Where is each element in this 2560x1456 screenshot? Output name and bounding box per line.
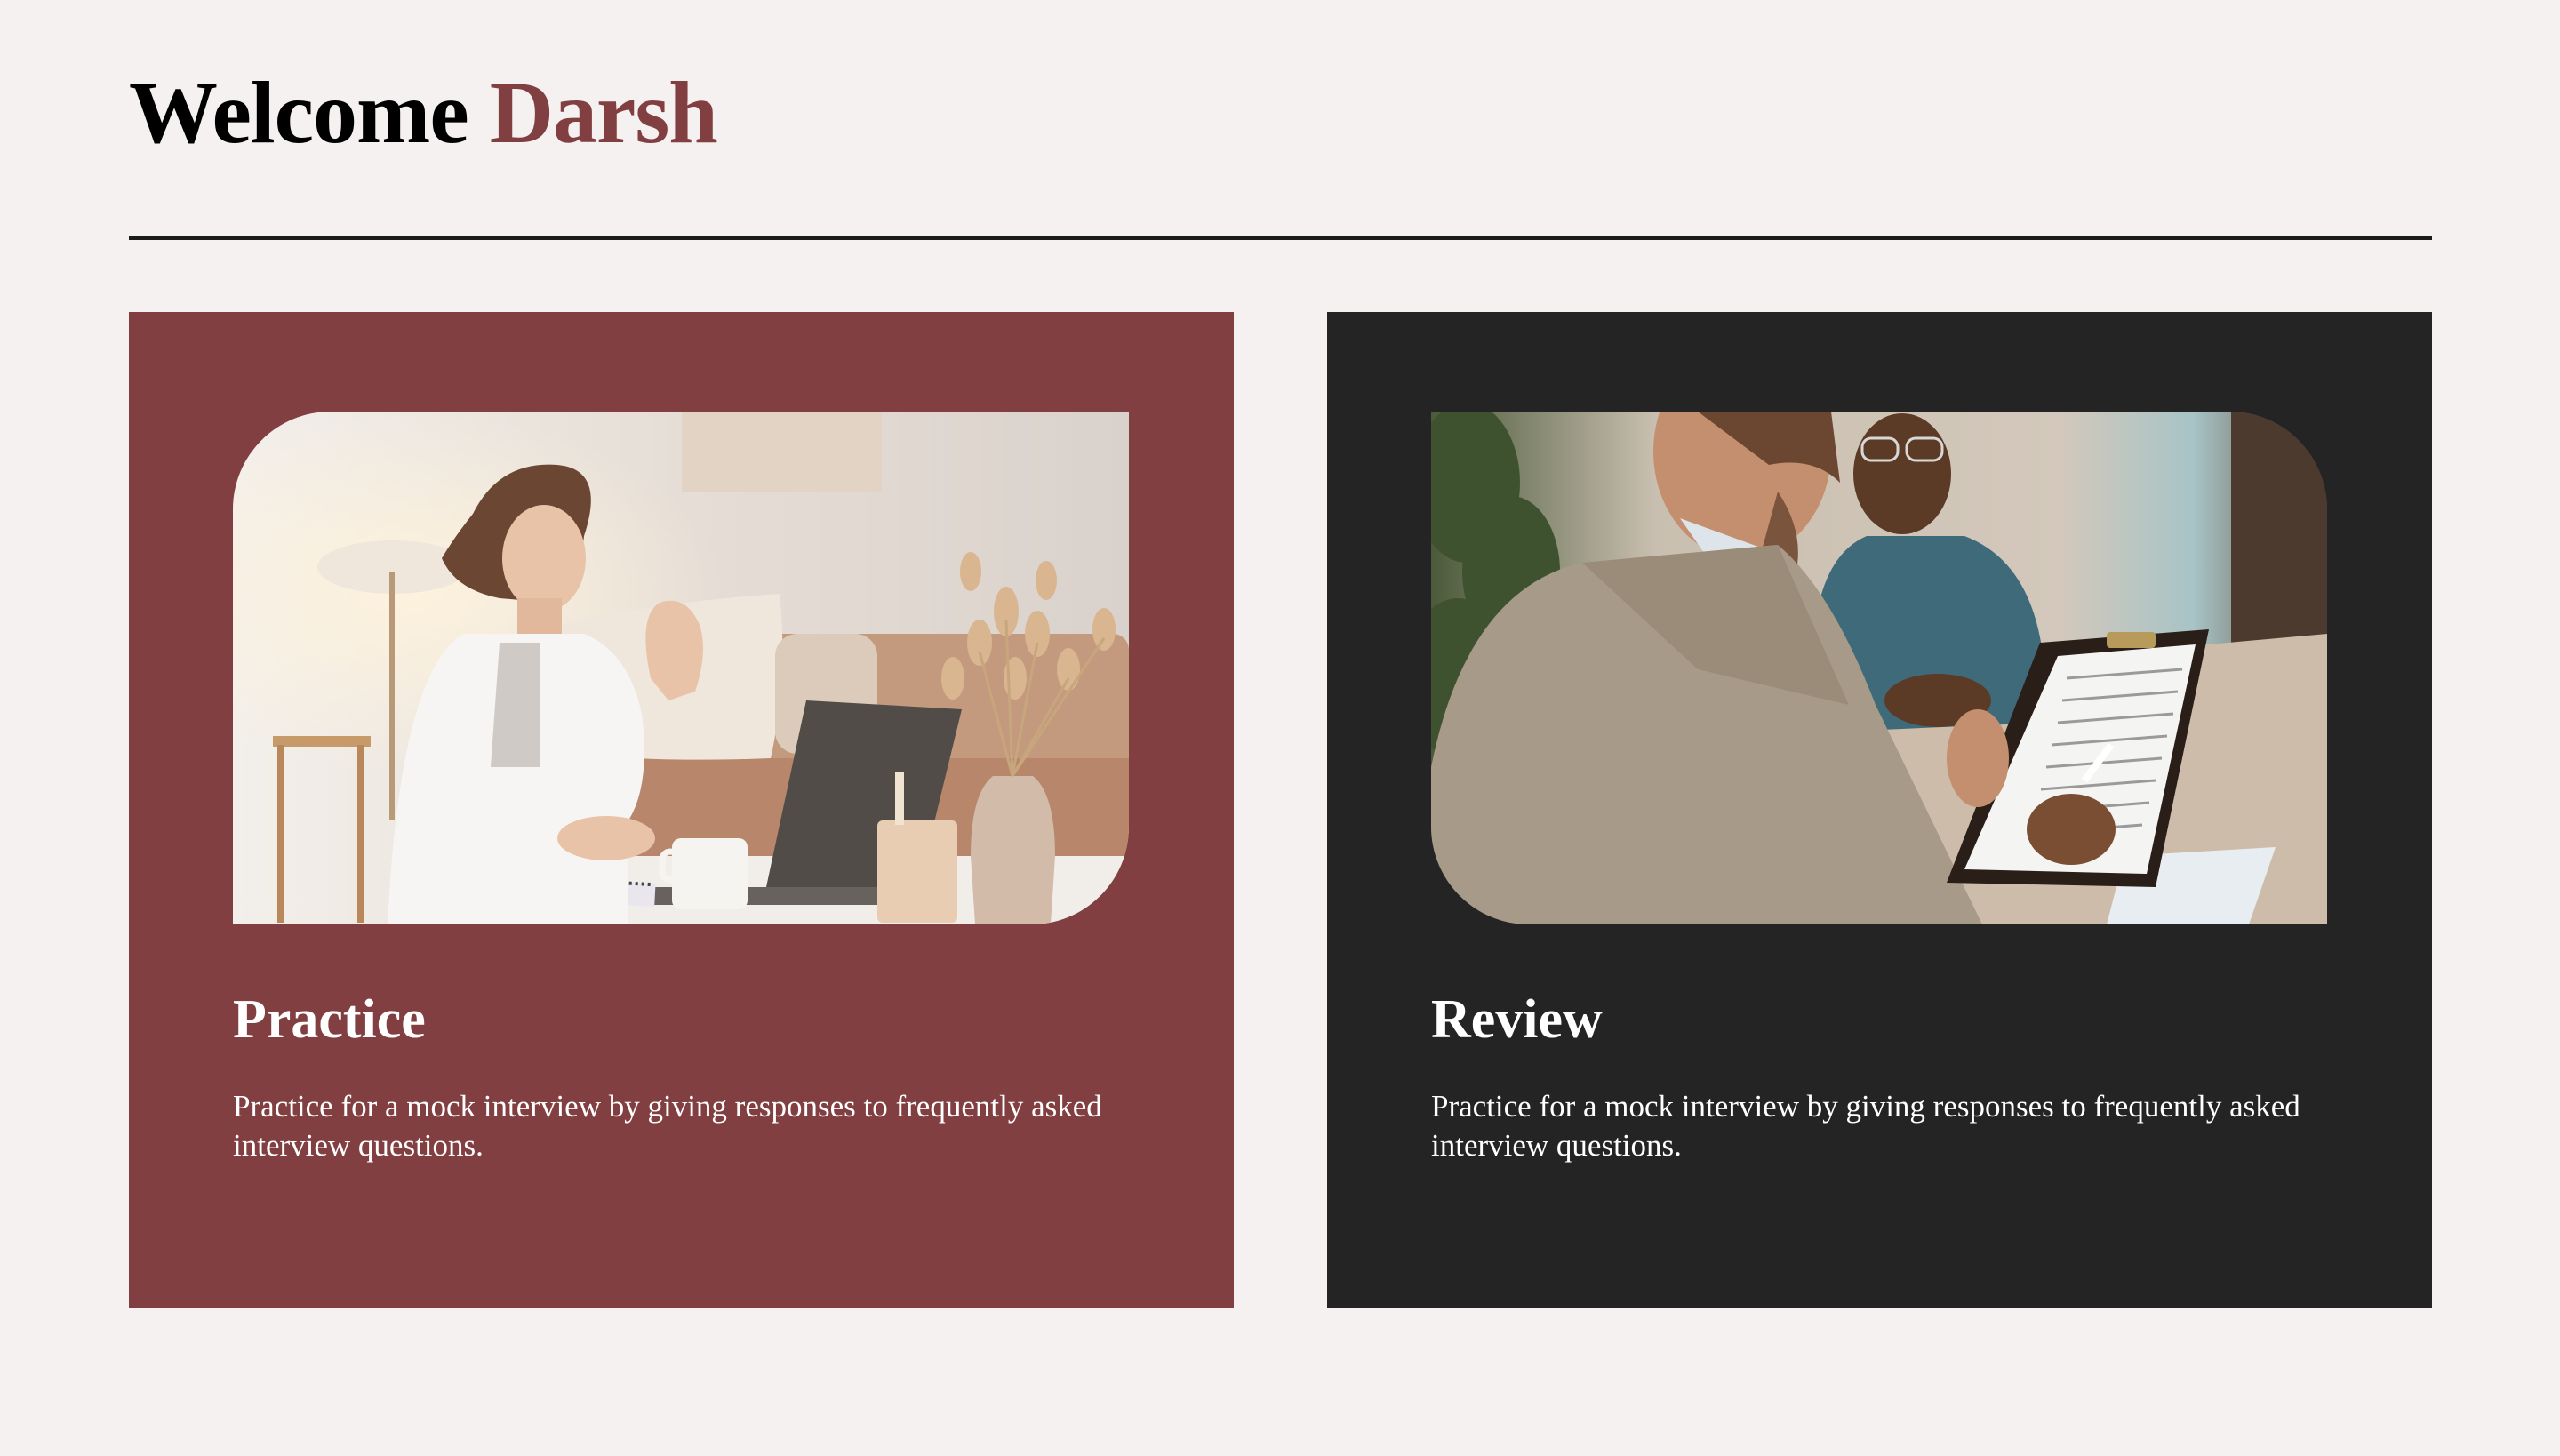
welcome-text: Welcome [129, 63, 469, 162]
practice-title[interactable]: Practice [233, 989, 426, 1050]
page-title: Welcome Darsh [129, 63, 718, 162]
header-divider [129, 236, 2432, 240]
practice-image [233, 412, 1129, 924]
practice-card[interactable]: Practice Practice for a mock interview b… [129, 312, 1234, 1308]
practice-description: Practice for a mock interview by giving … [233, 1089, 1102, 1163]
review-image [1431, 412, 2327, 924]
review-description: Practice for a mock interview by giving … [1431, 1089, 2300, 1163]
review-title[interactable]: Review [1431, 989, 1603, 1050]
user-name: Darsh [489, 63, 718, 162]
review-card[interactable]: Review Practice for a mock interview by … [1327, 312, 2432, 1308]
